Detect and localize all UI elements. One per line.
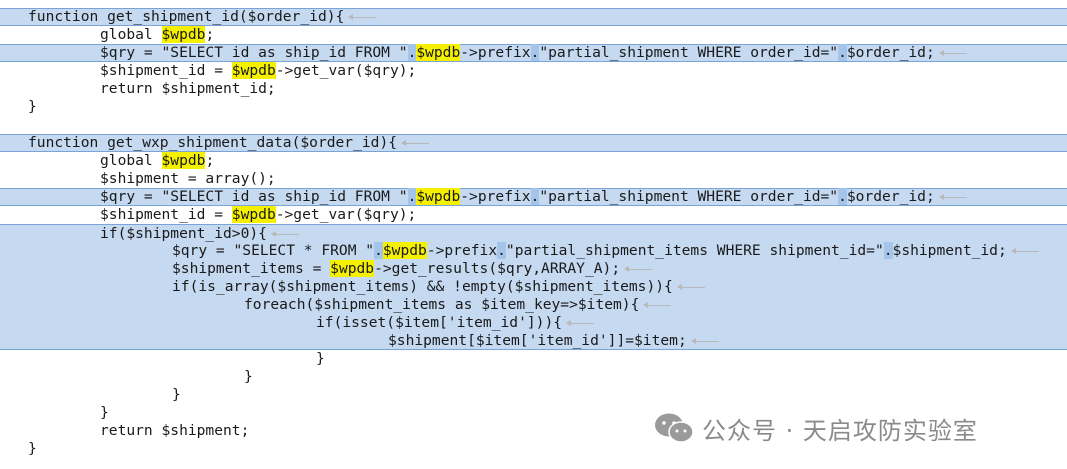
- return-arrow-icon: [270, 229, 299, 239]
- code-text: $shipment[$item['item_id']]=$item;: [388, 332, 719, 349]
- code-line[interactable]: return $shipment_id;: [0, 80, 1067, 98]
- return-arrow-icon: [643, 300, 672, 310]
- code-text: if(isset($item['item_id'])){: [316, 314, 595, 332]
- code-line[interactable]: $shipment_id = $wpdb->get_var($qry);: [0, 206, 1067, 224]
- code-line[interactable]: }: [0, 98, 1067, 116]
- wechat-icon: [655, 413, 694, 443]
- code-text: $qry = "SELECT id as ship_id FROM ".$wpd…: [100, 44, 967, 61]
- return-arrow-icon: [938, 192, 967, 202]
- code-line[interactable]: }: [0, 386, 1067, 404]
- code-line[interactable]: if(is_array($shipment_items) && !empty($…: [0, 278, 1067, 296]
- code-text: }: [100, 404, 109, 421]
- code-text: $shipment = array();: [100, 170, 276, 187]
- return-arrow-icon: [938, 48, 967, 58]
- code-line[interactable]: global $wpdb;: [0, 152, 1067, 170]
- return-arrow-icon: [348, 12, 377, 22]
- return-arrow-icon: [401, 138, 430, 148]
- watermark: 公众号 · 天启攻防实验室: [652, 408, 978, 448]
- code-text: }: [244, 368, 253, 385]
- code-text: $shipment_items = $wpdb->get_results($qr…: [172, 260, 653, 278]
- code-text: $shipment_id = $wpdb->get_var($qry);: [100, 206, 417, 223]
- code-line[interactable]: $shipment = array();: [0, 170, 1067, 188]
- code-line[interactable]: $shipment[$item['item_id']]=$item;: [0, 332, 1067, 350]
- code-text: global $wpdb;: [100, 26, 215, 43]
- code-text: if($shipment_id>0){: [100, 225, 299, 242]
- code-editor[interactable]: function get_shipment_id($order_id){glob…: [0, 0, 1067, 469]
- code-text: }: [316, 350, 325, 367]
- code-line[interactable]: }: [0, 350, 1067, 368]
- return-arrow-icon: [624, 264, 653, 274]
- watermark-text: 公众号 · 天启攻防实验室: [702, 416, 978, 445]
- code-line[interactable]: $qry = "SELECT id as ship_id FROM ".$wpd…: [0, 44, 1067, 62]
- code-text: global $wpdb;: [100, 152, 215, 169]
- code-text: function get_shipment_id($order_id){: [28, 9, 377, 25]
- code-line[interactable]: }: [0, 368, 1067, 386]
- code-line[interactable]: function get_wxp_shipment_data($order_id…: [0, 134, 1067, 152]
- code-text: function get_wxp_shipment_data($order_id…: [28, 135, 430, 151]
- return-arrow-icon: [566, 318, 595, 328]
- code-text: }: [28, 440, 37, 457]
- code-text: $qry = "SELECT * FROM ".$wpdb->prefix."p…: [172, 242, 1039, 260]
- code-text: return $shipment;: [100, 422, 250, 439]
- code-text: $shipment_id = $wpdb->get_var($qry);: [100, 62, 417, 79]
- return-arrow-icon: [676, 282, 705, 292]
- code-text: return $shipment_id;: [100, 80, 276, 97]
- code-text: }: [28, 98, 37, 115]
- code-text: if(is_array($shipment_items) && !empty($…: [172, 278, 705, 296]
- code-text: foreach($shipment_items as $item_key=>$i…: [244, 296, 672, 314]
- code-line[interactable]: global $wpdb;: [0, 26, 1067, 44]
- return-arrow-icon: [1010, 246, 1039, 256]
- code-line[interactable]: [0, 116, 1067, 134]
- code-line[interactable]: if(isset($item['item_id'])){: [0, 314, 1067, 332]
- code-line[interactable]: foreach($shipment_items as $item_key=>$i…: [0, 296, 1067, 314]
- code-line[interactable]: if($shipment_id>0){: [0, 224, 1067, 242]
- code-text: }: [172, 386, 181, 403]
- return-arrow-icon: [690, 336, 719, 346]
- code-text: $qry = "SELECT id as ship_id FROM ".$wpd…: [100, 188, 967, 205]
- code-line[interactable]: function get_shipment_id($order_id){: [0, 8, 1067, 26]
- code-line[interactable]: $shipment_items = $wpdb->get_results($qr…: [0, 260, 1067, 278]
- code-line[interactable]: $qry = "SELECT * FROM ".$wpdb->prefix."p…: [0, 242, 1067, 260]
- code-line[interactable]: $shipment_id = $wpdb->get_var($qry);: [0, 62, 1067, 80]
- code-line[interactable]: $qry = "SELECT id as ship_id FROM ".$wpd…: [0, 188, 1067, 206]
